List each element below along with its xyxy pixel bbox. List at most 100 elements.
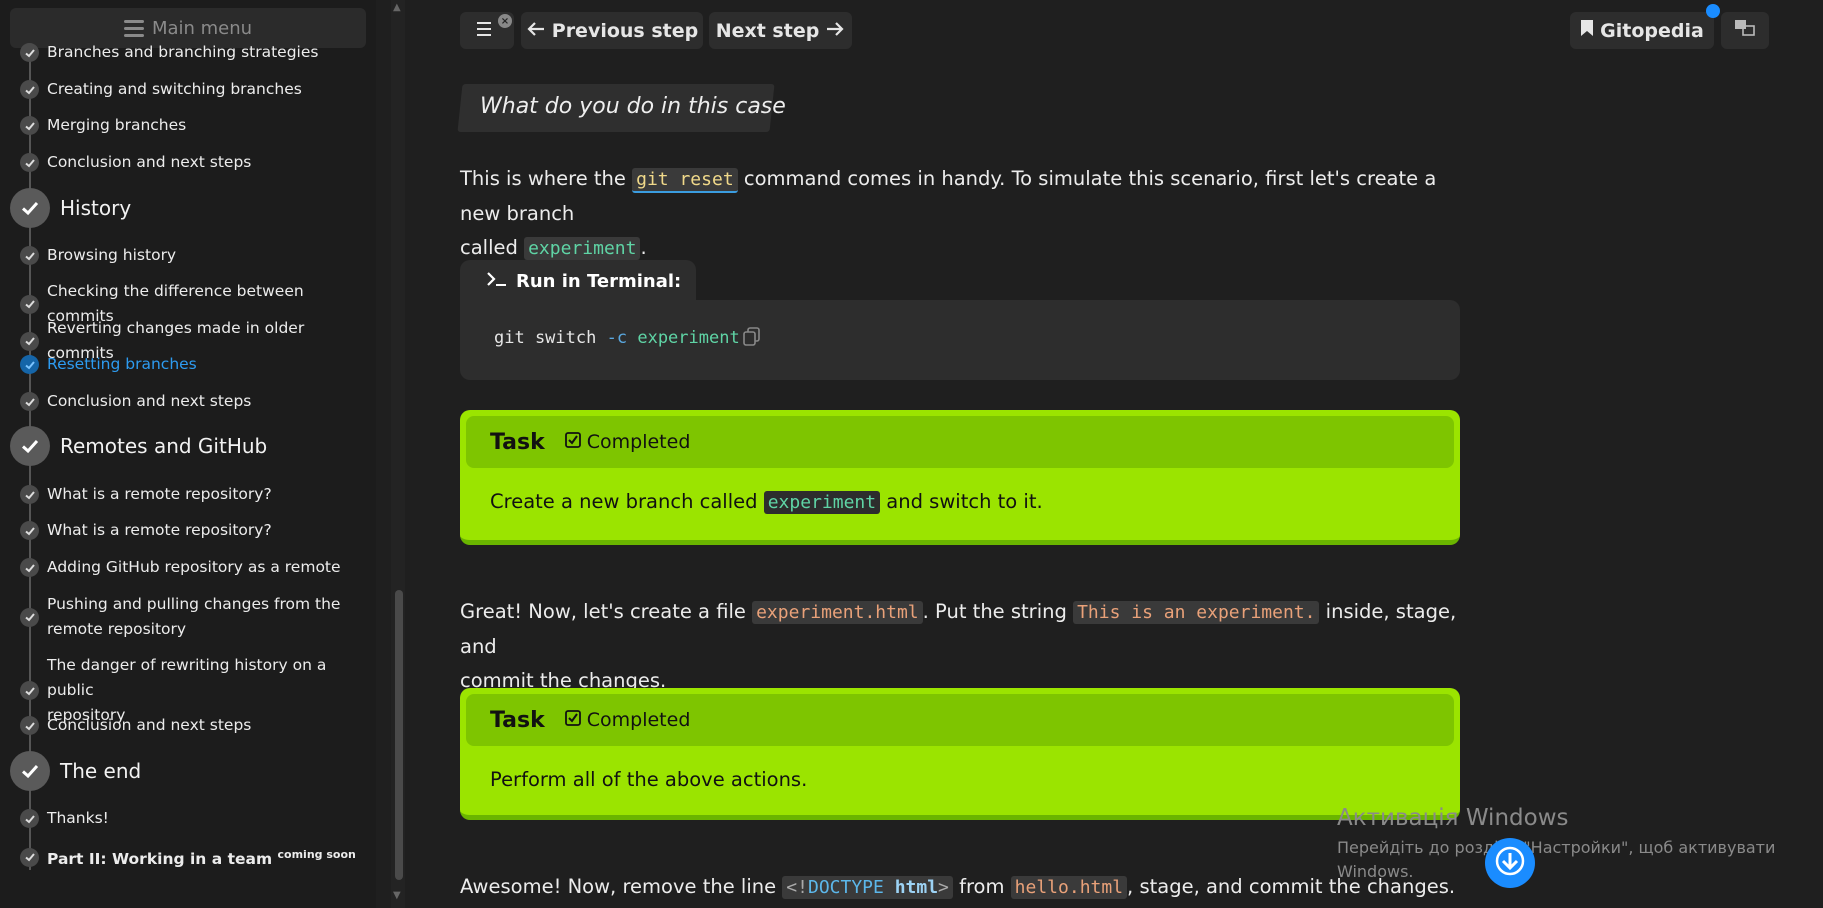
checkbox-checked-icon [564,709,581,731]
list-icon [477,20,497,42]
scroll-up-arrow-icon[interactable]: ▲ [393,2,403,13]
main-menu-label: Main menu [151,17,253,39]
sidebar-item-label: Adding GitHub repository as a remote [47,558,341,576]
arrow-right-icon [825,20,845,42]
inline-code: experiment [524,237,641,260]
check-icon [20,80,39,99]
bookmark-icon [1580,19,1594,42]
gitopedia-button[interactable]: Gitopedia [1570,12,1714,49]
sidebar-item-label: What is a remote repository? [47,485,272,503]
task-body: Perform all of the above actions. [490,768,808,791]
task-status: Completed [564,431,691,453]
sidebar-item-conclusion-3[interactable]: Conclusion and next steps [20,713,365,738]
notification-dot [1706,4,1720,18]
check-icon [20,681,39,700]
label-line-1: Pushing and pulling changes from the [47,595,341,613]
sidebar-item-label: Branches and branching strategies [47,43,319,61]
activation-watermark-line1: Перейдіть до розділу "Настройки", щоб ак… [1337,838,1776,857]
sidebar-item-merging-branches[interactable]: Merging branches [20,113,365,138]
sidebar-item-label: Pushing and pulling changes from the remo… [47,592,340,642]
previous-step-label: Previous step [551,19,699,42]
text: Awesome! Now, remove the line [460,875,783,898]
terminal-tab-label: Run in Terminal: [516,270,682,292]
scroll-down-arrow-icon[interactable]: ▼ [393,890,403,901]
sidebar-item-thanks[interactable]: Thanks! [20,806,365,831]
text: from [952,875,1011,898]
check-icon [10,426,50,466]
check-icon [10,188,50,228]
sidebar-item-remote-repo-2[interactable]: What is a remote repository? [20,518,365,543]
close-badge-icon[interactable]: × [498,14,512,28]
check-icon [20,153,39,172]
check-icon [20,485,39,504]
activation-watermark-title: Активація Windows [1337,805,1569,831]
sidebar-item-part-two[interactable]: Part II: Working in a team coming soon [20,842,365,872]
activation-watermark-line2: Windows. [1337,862,1414,881]
sidebar-item-conclusion-2[interactable]: Conclusion and next steps [20,389,365,414]
sidebar-item-branches-strategies[interactable]: Branches and branching strategies [20,40,365,65]
task-title: Task [490,707,545,733]
sidebar-item-label: Part II: Working in a team coming soon [47,842,356,872]
menu-toggle-button[interactable]: × [460,12,514,49]
code-part: DOCTYPE [807,877,884,898]
sidebar-item-label: Resetting branches [47,355,197,373]
check-icon [20,116,39,135]
terminal-block: git switch -c experiment [460,300,1460,380]
label-line-1: The danger of rewriting history on a pub… [47,656,327,699]
sidebar-item-resetting-branches[interactable]: Resetting branches [20,352,365,377]
inline-code-doctype: <!DOCTYPE html> [782,876,953,899]
cmd-arg: experiment [637,328,740,348]
copy-icon[interactable] [743,327,761,347]
sidebar-item-remote-repo-1[interactable]: What is a remote repository? [20,482,365,507]
checkbox-checked-icon [564,431,581,453]
task-header: Task Completed [466,694,1454,746]
section-title: Remotes and GitHub [60,434,268,458]
sidebar: Main menu Branches and branching strateg… [0,0,376,908]
section-heading: What do you do in this case [480,94,786,119]
sidebar-item-conclusion-1[interactable]: Conclusion and next steps [20,150,365,175]
check-icon [20,607,39,627]
text: . Put the string [922,600,1074,623]
translate-button[interactable] [1721,12,1769,49]
paragraph-create-file: Great! Now, let's create a file experime… [460,595,1460,698]
check-icon [20,809,39,828]
sidebar-item-label: Merging branches [47,116,187,134]
sidebar-item-label: Creating and switching branches [47,80,302,98]
git-reset-code-link[interactable]: git reset [632,168,738,193]
sidebar-item-label: Conclusion and next steps [47,153,252,171]
text: called [460,236,525,259]
label-line-2: remote repository [47,620,187,638]
task-header: Task Completed [466,416,1454,468]
check-icon [20,392,39,411]
task-status-label: Completed [586,709,691,731]
previous-step-button[interactable]: Previous step [521,12,703,49]
text: This is where the [460,167,633,190]
sidebar-item-pushing-pulling[interactable]: Pushing and pulling changes from the remo… [20,592,365,642]
next-step-button[interactable]: Next step [709,12,852,49]
check-icon [20,43,39,62]
scrollbar-thumb[interactable] [395,590,403,880]
inline-code: experiment.html [752,601,923,624]
task-card-1: Task Completed Create a new branch calle… [460,410,1460,545]
paragraph-intro: This is where the git reset command come… [460,162,1460,266]
text: . [640,236,647,259]
section-history[interactable]: History [10,188,131,228]
inline-code: hello.html [1010,876,1128,899]
section-the-end[interactable]: The end [10,751,141,791]
label-text: Part II: Working in a team [47,850,273,869]
check-icon [20,355,39,374]
sidebar-item-browsing-history[interactable]: Browsing history [20,243,365,268]
section-remotes[interactable]: Remotes and GitHub [10,426,267,466]
sidebar-item-creating-branches[interactable]: Creating and switching branches [20,77,365,102]
terminal-command: git switch -c experiment [494,328,740,348]
terminal-icon [486,271,508,292]
check-icon [20,716,39,735]
cmd-main: git switch [494,328,597,348]
check-icon [20,246,39,265]
translate-icon [1734,19,1756,42]
cmd-flag: -c [606,328,628,348]
check-icon [20,294,39,314]
task-status-label: Completed [586,431,691,453]
sidebar-item-adding-github[interactable]: Adding GitHub repository as a remote [20,555,365,580]
scroll-down-button[interactable] [1485,838,1535,888]
